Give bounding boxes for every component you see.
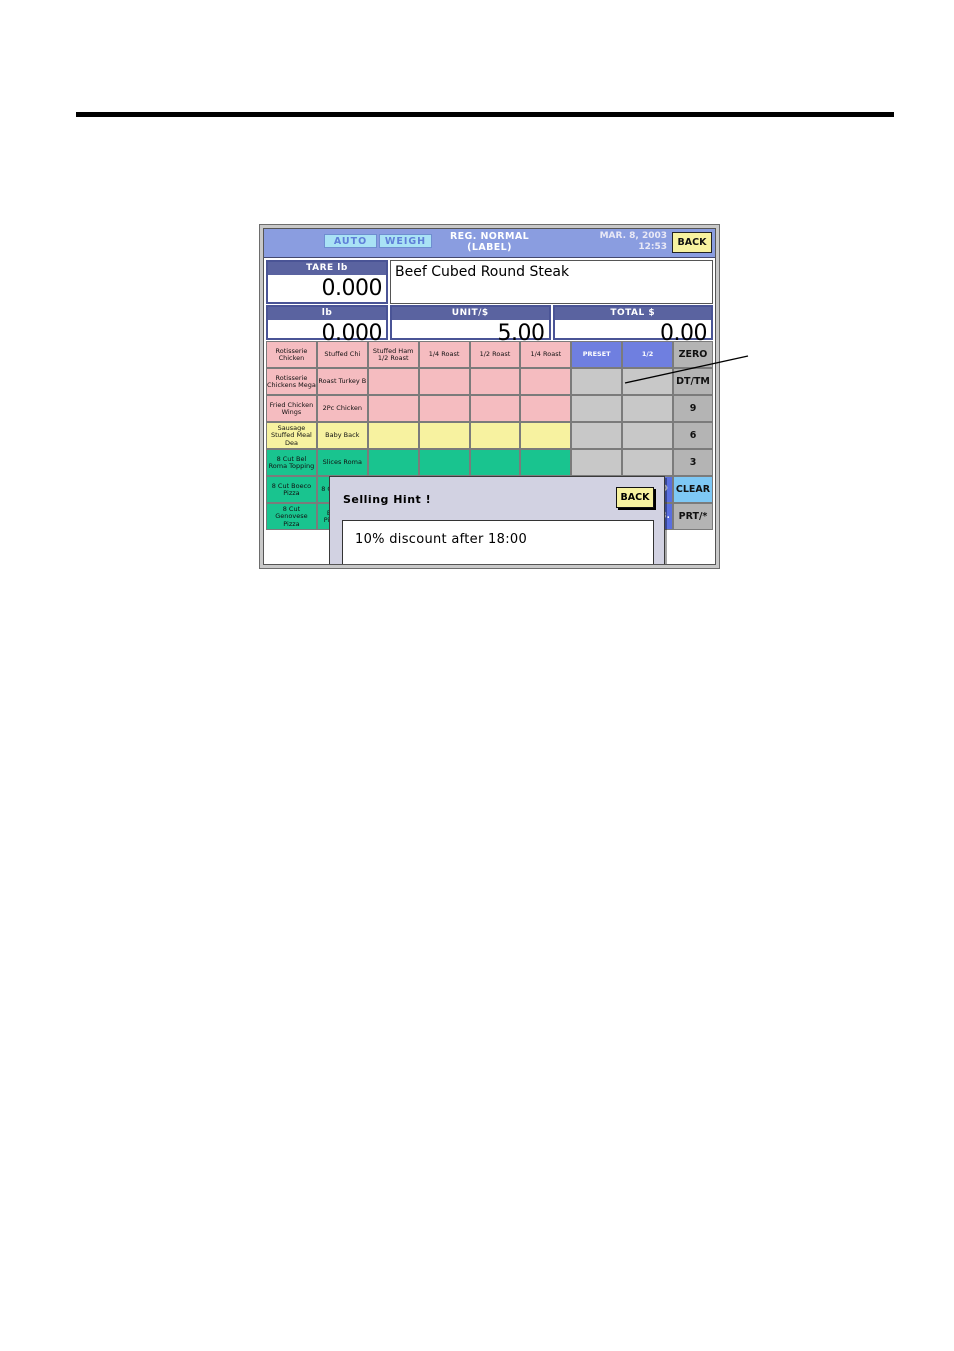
plu-button[interactable] xyxy=(571,368,623,395)
plu-button[interactable]: Sausage Stuffed Meal Dea xyxy=(266,422,317,449)
plu-button[interactable] xyxy=(520,368,572,395)
price-row: lb 0.000 UNIT/$ 5.00 TOTAL $ 0.00 xyxy=(264,304,715,346)
plu-button[interactable] xyxy=(418,368,470,395)
plu-button[interactable] xyxy=(622,395,673,422)
status-header: AUTO WEIGH REG. NORMAL (LABEL) MAR. 8, 2… xyxy=(264,229,715,258)
pos-scale-device: AUTO WEIGH REG. NORMAL (LABEL) MAR. 8, 2… xyxy=(259,224,720,569)
plu-button[interactable] xyxy=(571,449,623,476)
plu-button[interactable] xyxy=(571,422,623,449)
plu-button[interactable] xyxy=(469,422,521,449)
plu-button[interactable]: 2Pc Chicken xyxy=(316,395,368,422)
keypad-key[interactable]: 9 xyxy=(673,395,713,422)
plu-button[interactable]: 1/4 Roast xyxy=(520,341,572,368)
plu-button[interactable] xyxy=(367,368,419,395)
plu-button[interactable]: Stuffed Ham 1/2 Roast xyxy=(367,341,419,368)
plu-button[interactable] xyxy=(469,395,521,422)
plu-button[interactable]: Fried Chicken Wings xyxy=(266,395,317,422)
plu-button[interactable]: 8 Cut Bel Roma Topping xyxy=(266,449,317,476)
header-rule xyxy=(76,112,894,117)
keypad-key[interactable]: ZERO xyxy=(673,341,713,368)
keypad-key[interactable]: 6 xyxy=(673,422,713,449)
plu-button[interactable] xyxy=(367,422,419,449)
time-text: 12:53 xyxy=(638,242,667,252)
plu-button[interactable] xyxy=(622,422,673,449)
plu-button[interactable] xyxy=(520,422,572,449)
unit-price-display[interactable]: UNIT/$ 5.00 xyxy=(390,305,551,346)
keypad-key[interactable]: DT/TM xyxy=(673,368,713,395)
product-name-display: Beef Cubed Round Steak xyxy=(390,260,713,304)
plu-button[interactable] xyxy=(469,368,521,395)
plu-button[interactable] xyxy=(418,395,470,422)
plu-button[interactable] xyxy=(367,449,419,476)
pos-screen: AUTO WEIGH REG. NORMAL (LABEL) MAR. 8, 2… xyxy=(263,228,716,565)
plu-button[interactable]: Roast Turkey B xyxy=(316,368,368,395)
plu-button[interactable]: 1/4 Roast xyxy=(418,341,470,368)
plu-button[interactable] xyxy=(469,449,521,476)
plu-button[interactable] xyxy=(622,449,673,476)
plu-button[interactable] xyxy=(520,449,572,476)
tare-value: 0.000 xyxy=(321,276,383,301)
tare-display[interactable]: TARE lb 0.000 xyxy=(266,260,388,304)
plu-button[interactable] xyxy=(367,395,419,422)
numeric-keypad-column: ZERO DT/TM 9 6 3 CLEAR PRT/* xyxy=(673,341,713,533)
dialog-message-text: 10% discount after 18:00 xyxy=(355,532,528,547)
weight-display[interactable]: lb 0.000 xyxy=(266,305,388,346)
date-text: MAR. 8, 2003 xyxy=(599,231,667,241)
plu-button[interactable] xyxy=(418,422,470,449)
tare-label: TARE lb xyxy=(268,262,386,275)
keys-area: Rotisserie Chicken Stuffed Chi Stuffed Ham… xyxy=(264,340,715,564)
plu-button[interactable]: Baby Back xyxy=(316,422,368,449)
plu-button[interactable]: Slices Roma xyxy=(316,449,368,476)
keypad-key[interactable]: CLEAR xyxy=(673,476,713,503)
keypad-key[interactable]: 3 xyxy=(673,449,713,476)
plu-button[interactable] xyxy=(571,395,623,422)
plu-button[interactable] xyxy=(418,449,470,476)
plu-button[interactable]: 1/2 xyxy=(622,341,673,368)
plu-button[interactable]: 8 Cut Genovese Pizza xyxy=(266,503,317,530)
plu-button[interactable]: Rotisserie Chickens Mega xyxy=(266,368,317,395)
unit-price-label: UNIT/$ xyxy=(392,307,549,320)
plu-button[interactable] xyxy=(622,368,673,395)
plu-button[interactable]: PRESET xyxy=(571,341,623,368)
dialog-back-button[interactable]: BACK xyxy=(616,487,654,508)
selling-hint-dialog: Selling Hint ! BACK 10% discount after 1… xyxy=(329,476,665,564)
dialog-message-box: 10% discount after 18:00 xyxy=(342,520,654,564)
dialog-title: Selling Hint ! xyxy=(343,493,432,506)
datetime-display: MAR. 8, 2003 12:53 xyxy=(600,231,667,253)
plu-button[interactable]: Stuffed Chi xyxy=(316,341,368,368)
document-page: AUTO WEIGH REG. NORMAL (LABEL) MAR. 8, 2… xyxy=(0,0,954,1351)
plu-button[interactable]: 8 Cut Boeco Pizza xyxy=(266,476,317,503)
total-price-label: TOTAL $ xyxy=(554,307,711,320)
weight-label: lb xyxy=(268,307,386,320)
plu-button[interactable]: 1/2 Roast xyxy=(469,341,521,368)
tare-description-row: TARE lb 0.000 Beef Cubed Round Steak xyxy=(264,258,715,304)
header-back-button[interactable]: BACK xyxy=(672,232,712,253)
plu-button[interactable]: Rotisserie Chicken xyxy=(266,341,317,368)
plu-button[interactable] xyxy=(520,395,572,422)
total-price-display[interactable]: TOTAL $ 0.00 xyxy=(552,305,713,346)
keypad-key[interactable]: PRT/* xyxy=(673,503,713,530)
